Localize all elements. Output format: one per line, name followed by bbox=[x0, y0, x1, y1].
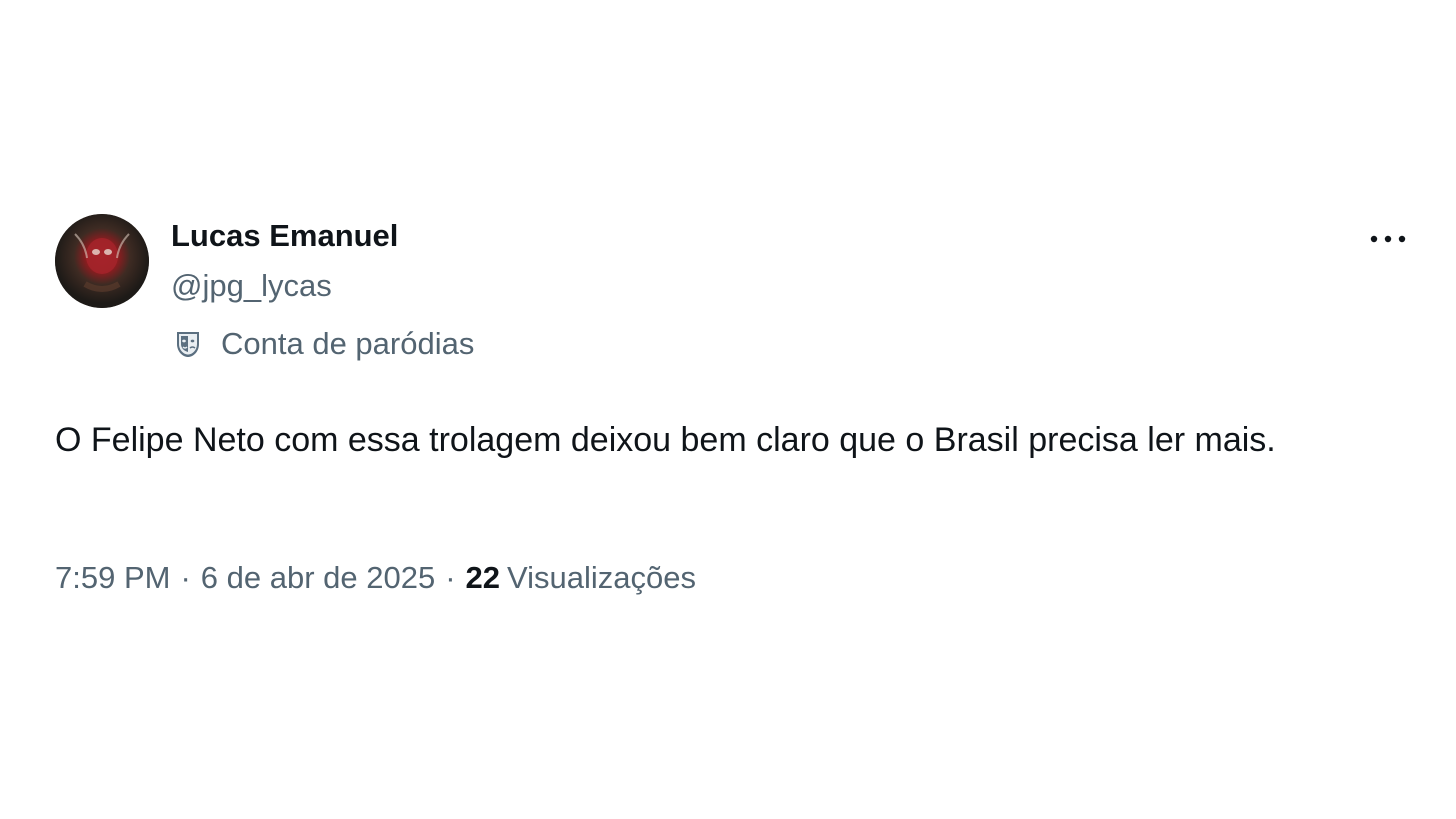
views-label: Visualizações bbox=[507, 560, 697, 595]
tweet-metadata: 7:59 PM · 6 de abr de 2025 · 22 Visualiz… bbox=[55, 560, 696, 596]
tweet-time[interactable]: 7:59 PM bbox=[55, 560, 170, 596]
more-options-icon bbox=[1370, 235, 1406, 243]
separator-dot: · bbox=[180, 560, 191, 595]
page: Lucas Emanuel @jpg_lycas Conta de paródi… bbox=[0, 0, 1456, 819]
parody-account-label: Conta de paródias bbox=[171, 324, 474, 364]
author-handle[interactable]: @jpg_lycas bbox=[171, 268, 332, 304]
tweet-text: O Felipe Neto com essa trolagem deixou b… bbox=[55, 421, 1276, 459]
more-options-button[interactable] bbox=[1362, 220, 1414, 258]
views-count: 22 bbox=[465, 560, 501, 595]
avatar-image bbox=[55, 214, 149, 308]
avatar[interactable] bbox=[55, 214, 149, 308]
separator-dot: · bbox=[445, 560, 456, 595]
theater-mask-icon bbox=[171, 327, 205, 361]
tweet-date[interactable]: 6 de abr de 2025 bbox=[201, 560, 435, 596]
parody-label-text: Conta de paródias bbox=[221, 326, 475, 361]
author-display-name[interactable]: Lucas Emanuel bbox=[171, 218, 398, 254]
views-link[interactable]: 22 Visualizações bbox=[466, 560, 696, 596]
tweet: Lucas Emanuel @jpg_lycas Conta de paródi… bbox=[0, 0, 1456, 819]
